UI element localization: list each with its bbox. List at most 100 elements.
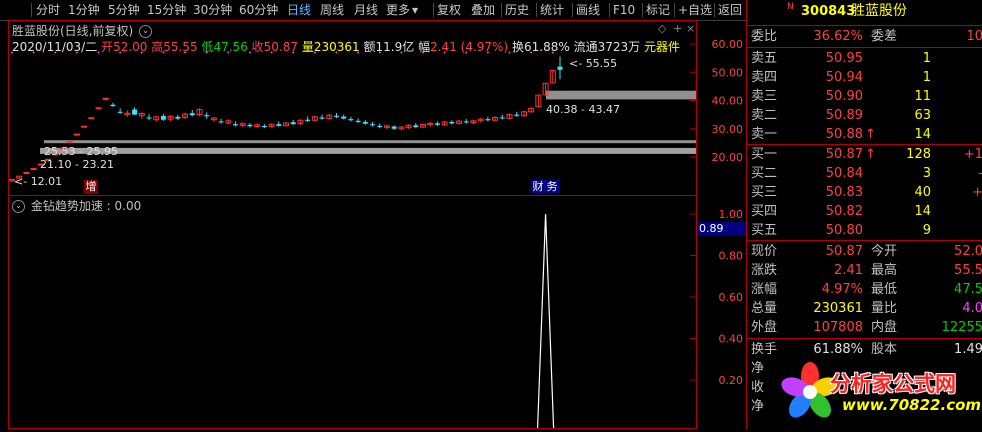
plus-icon[interactable]: +: [673, 22, 682, 35]
volume-value: 230361: [313, 40, 360, 54]
candle-body: [377, 125, 383, 128]
candle-body: [485, 119, 491, 121]
cost-band-1-label: 40.38 - 43.47: [546, 103, 620, 116]
toolbar-button-15[interactable]: F10: [613, 2, 635, 18]
toolbar-button-8[interactable]: 月线: [354, 2, 378, 18]
stat-label: 内盘: [871, 320, 898, 335]
candle-body: [348, 119, 354, 121]
bid-label: 买四: [751, 204, 778, 219]
stat-label: 最高: [871, 263, 898, 278]
candle-body: [413, 125, 419, 128]
stat-value: 4.0: [962, 301, 982, 316]
toolbar-button-18[interactable]: 返回: [718, 2, 742, 18]
candle-body: [117, 111, 123, 113]
ask-volume: 1: [922, 51, 931, 66]
bid-label: 买二: [751, 166, 778, 181]
stat-value: 4.97%: [821, 282, 863, 297]
toolbar-button-7[interactable]: 周线: [320, 2, 344, 18]
toolbar-button-1[interactable]: 1分钟: [68, 2, 100, 18]
toolbar-button-5[interactable]: 60分钟: [239, 2, 278, 18]
candle-body: [247, 124, 253, 127]
bid-price: 50.83: [825, 185, 863, 200]
stat-value: 50.87: [825, 244, 863, 259]
y-tick-label: 0.80: [719, 250, 744, 263]
info-date: 2020/11/03/二: [12, 40, 98, 54]
stat-label: 量比: [871, 301, 898, 316]
new-stock-flag: N: [787, 2, 794, 12]
candle-body: [73, 133, 80, 136]
chevron-down-icon[interactable]: ⌄: [139, 25, 153, 38]
candle-body: [333, 115, 339, 117]
turnover-value: 61.88%: [523, 40, 570, 54]
ask-row: 卖三 50.90 11: [747, 87, 982, 106]
candle-body: [370, 124, 376, 126]
stat-label: 最低: [871, 282, 898, 297]
close-label: 收: [251, 40, 264, 54]
stat-row: 涨跌 2.41 最高 55.5: [747, 261, 982, 280]
candle-body: [233, 124, 239, 126]
open-value: 52.00: [113, 40, 148, 54]
candle-body: [110, 104, 116, 107]
marker-caiwu[interactable]: 财: [531, 180, 545, 194]
candle-body: [355, 120, 361, 122]
bid-row: 买三 50.83 40 +: [747, 183, 982, 202]
toolbar-button-12[interactable]: 历史: [505, 2, 529, 18]
toolbar-button-10[interactable]: 复权: [437, 2, 461, 18]
indicator-title: 金钻趋势加速: [30, 199, 103, 213]
candle-body: [23, 172, 30, 175]
weicha-label: 委差: [871, 29, 898, 44]
toolbar-separator: [536, 3, 537, 17]
volume-label: 量: [301, 40, 314, 54]
chevron-down-icon[interactable]: ▾: [412, 2, 418, 18]
candle-body: [88, 117, 95, 120]
close-icon[interactable]: ×: [686, 22, 695, 35]
ask-row: 卖一 50.88 ↑ 14: [747, 125, 982, 144]
toolbar-button-16[interactable]: 标记: [646, 2, 670, 18]
low-label: 低: [201, 40, 214, 54]
candle-body: [132, 109, 138, 115]
chart-area[interactable]: 60.00 50.00 40.00 30.00 20.00 1.00 0.80 0.60 0.…: [0, 20, 746, 429]
stat-label: 外盘: [751, 320, 778, 335]
toolbar-button-2[interactable]: 5分钟: [108, 2, 140, 18]
open-label: 开: [101, 40, 114, 54]
toolbar-button-14[interactable]: 画线: [576, 2, 600, 18]
chevron-down-icon[interactable]: ⌄: [12, 200, 25, 213]
stat-label: 净: [751, 399, 765, 414]
indicator-line: [536, 213, 555, 429]
candle-body: [146, 117, 152, 119]
diamond-icon[interactable]: ◇: [658, 22, 666, 35]
y-tick-label: 50.00: [712, 66, 744, 79]
float-label: 流通: [573, 40, 598, 54]
marker-wu[interactable]: 务: [545, 180, 559, 194]
ask-price: 50.88: [825, 127, 863, 142]
toolbar-button-4[interactable]: 30分钟: [193, 2, 232, 18]
candle-body: [499, 117, 505, 119]
candle-body: [305, 119, 311, 121]
toolbar-button-6[interactable]: 日线: [287, 2, 311, 18]
toolbar-button-3[interactable]: 15分钟: [147, 2, 186, 18]
annotation-low-value: 12.01: [30, 175, 63, 188]
bid-price: 50.87: [825, 147, 863, 162]
annotation-high: <- 55.55: [569, 57, 618, 70]
cost-band-2-label: 25.53 - 25.95: [44, 145, 118, 158]
y-tick-label: 0.40: [719, 333, 744, 346]
stat-value: 47.5: [954, 282, 982, 297]
y-tick-label: 60.00: [712, 38, 744, 51]
float-value: 3723万: [597, 40, 641, 54]
toolbar-button-13[interactable]: 统计: [540, 2, 564, 18]
candle-body: [189, 113, 195, 116]
indicator-value: 0.00: [114, 199, 142, 213]
ask-volume: 63: [914, 108, 931, 123]
candle-body: [218, 121, 224, 123]
marker-zeng[interactable]: 增: [84, 180, 98, 194]
candle-body: [276, 124, 282, 126]
stat-label: 涨幅: [751, 282, 778, 297]
y-tick-label: 20.00: [712, 151, 744, 164]
bid-label: 买五: [751, 223, 778, 238]
toolbar-button-9[interactable]: 更多: [386, 2, 410, 18]
bid-volume: 9: [922, 223, 931, 238]
toolbar-button-11[interactable]: 叠加: [471, 2, 495, 18]
candle-body: [204, 115, 210, 117]
toolbar-button-17[interactable]: +自选: [678, 2, 712, 18]
toolbar-button-0[interactable]: 分时: [36, 2, 60, 18]
